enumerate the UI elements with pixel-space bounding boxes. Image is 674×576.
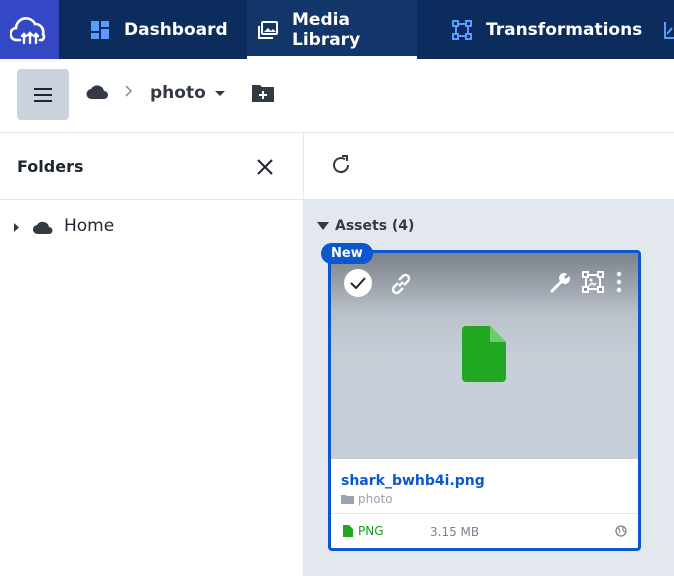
- caret-down-icon[interactable]: [214, 90, 226, 98]
- select-checkbox[interactable]: [344, 269, 372, 297]
- more-vertical-icon[interactable]: [615, 271, 623, 293]
- caret-right-icon[interactable]: [13, 222, 20, 233]
- new-badge: New: [321, 243, 373, 264]
- tab-reports[interactable]: [663, 0, 674, 59]
- cloudinary-logo[interactable]: [0, 0, 59, 59]
- asset-type-label: PNG: [358, 524, 384, 538]
- folders-title: Folders: [17, 157, 84, 176]
- media-library-icon: [258, 20, 278, 40]
- tab-dashboard-label: Dashboard: [124, 19, 228, 40]
- cloud-logo-icon: [9, 16, 45, 44]
- file-small-icon: [343, 525, 353, 537]
- folder-icon: [341, 495, 354, 504]
- assets-heading: Assets (4): [335, 218, 415, 234]
- file-icon: [462, 326, 506, 382]
- hamburger-icon: [34, 87, 52, 102]
- assets-section-toggle[interactable]: Assets (4): [317, 218, 414, 234]
- tab-media-library[interactable]: Media Library: [247, 0, 417, 59]
- caret-down-icon: [317, 222, 329, 230]
- cloud-icon: [33, 221, 53, 235]
- asset-info: shark_bwhb4i.png photo: [331, 459, 638, 514]
- chevron-right-icon: [125, 85, 133, 97]
- home-cloud-icon[interactable]: [86, 83, 110, 100]
- link-icon[interactable]: [388, 271, 414, 297]
- folder-tree-label: Home: [64, 216, 115, 236]
- media-library-app: Dashboard Media Library Transformations: [0, 0, 674, 576]
- asset-size: 3.15 MB: [430, 525, 480, 539]
- tab-transformations-label: Transformations: [486, 19, 643, 40]
- tab-media-library-label: Media Library: [292, 9, 361, 50]
- transform-icon[interactable]: [582, 271, 604, 293]
- assets-toolbar: [304, 133, 674, 200]
- tab-transformations[interactable]: Transformations: [440, 0, 643, 59]
- transformations-icon: [452, 19, 472, 40]
- asset-thumbnail[interactable]: [331, 253, 638, 459]
- chart-icon: [663, 20, 674, 40]
- asset-card[interactable]: New shark_bwhb4i.png photo PNG 3.15 MB: [321, 243, 641, 551]
- folder-tree-item-home[interactable]: Home: [0, 213, 304, 241]
- assets-area: Assets (4) New shark_bwhb4i.png photo PN…: [304, 200, 674, 576]
- tab-dashboard[interactable]: Dashboard: [78, 0, 228, 59]
- folders-panel: Folders Home: [0, 133, 304, 576]
- globe-icon: [615, 525, 627, 537]
- wrench-icon[interactable]: [547, 271, 571, 295]
- asset-folder-label: photo: [358, 492, 393, 506]
- breadcrumb: photo: [0, 59, 674, 133]
- asset-type: PNG: [343, 524, 384, 538]
- dashboard-icon: [90, 20, 110, 40]
- top-nav: Dashboard Media Library Transformations: [0, 0, 674, 59]
- close-icon[interactable]: [254, 156, 276, 178]
- check-icon: [350, 277, 366, 289]
- refresh-icon[interactable]: [330, 154, 352, 176]
- new-folder-icon[interactable]: [251, 83, 275, 103]
- asset-footer: PNG 3.15 MB: [331, 514, 638, 548]
- breadcrumb-current-folder[interactable]: photo: [150, 83, 206, 103]
- toggle-sidebar-button[interactable]: [17, 69, 69, 120]
- asset-folder: photo: [341, 492, 393, 506]
- asset-filename[interactable]: shark_bwhb4i.png: [341, 473, 485, 489]
- folders-header: Folders: [0, 133, 303, 200]
